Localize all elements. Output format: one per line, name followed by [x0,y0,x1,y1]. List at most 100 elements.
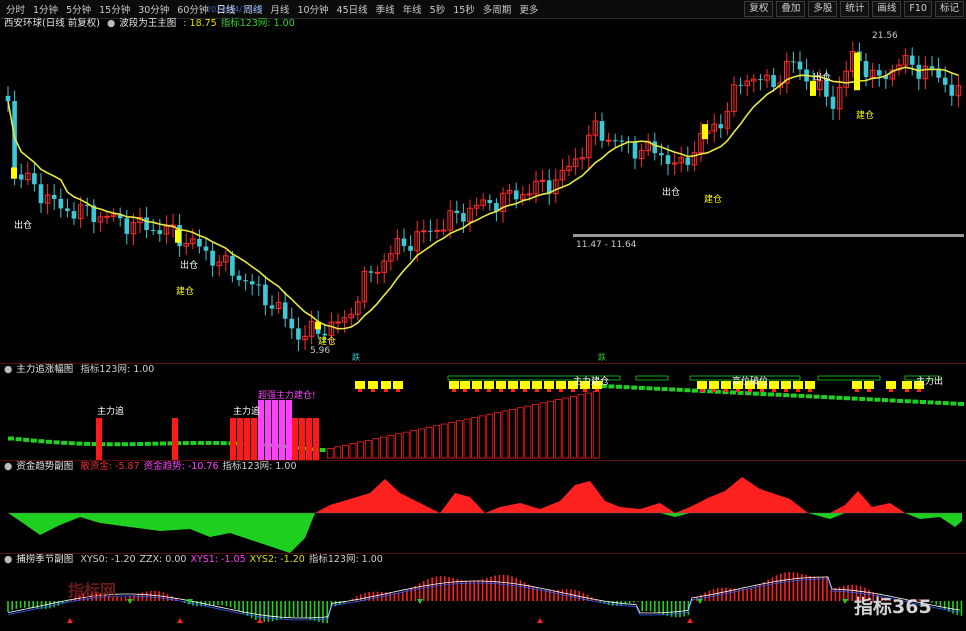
main-force-bar [251,418,257,460]
green-bar [775,392,782,397]
green-bar [882,398,888,403]
signal-box-tip [905,389,909,392]
candle-body [461,213,466,222]
signal-box-tip [371,389,375,392]
red-outline-bar [592,391,600,459]
signal-box-tip [772,389,776,392]
red-outline-bar [448,421,456,459]
green-bar [68,441,75,446]
watermark-left: 指标网 [68,581,117,600]
signal-box-tip [499,389,503,392]
green-bar [904,399,911,404]
sell-signal-label: 出仓 [14,219,32,231]
green-bar [205,440,212,445]
candle-body [824,80,829,97]
signal-box-tip [724,389,728,392]
green-bar [874,397,881,402]
stock-chart-window: 分时 1分钟 5分钟 15分钟 30分钟 60分钟 日线 周线 月线 10分钟 45日线 季线 年线 5秒… [0,0,966,631]
chart-canvas[interactable]: 11.47 - 11.6421.565.96跌 跌出仓出仓出仓出仓建仓建仓建仓建仓… [0,0,966,631]
candle-body [210,250,215,266]
green-bar [15,437,22,442]
support-line-label: 11.47 - 11.64 [576,240,637,250]
signal-box [449,381,459,389]
candle-body [863,61,869,78]
buy-signal-label: 建仓 [856,109,874,121]
signal-box [697,381,707,389]
red-outline-bar [539,402,547,459]
candle-body [605,139,612,142]
candle-body [685,157,691,165]
candle-body [718,124,724,129]
signal-box-tip [559,389,563,392]
red-outline-bar [471,417,479,459]
green-bar [30,438,37,443]
signal-box-tip [452,389,456,392]
green-bar [8,436,14,441]
signal-box-tip [583,389,587,392]
green-bar [61,440,68,445]
green-bar [669,387,676,392]
green-bar [129,442,136,447]
candle-body [71,211,77,219]
green-bar [608,384,615,389]
signal-box [781,381,791,389]
red-outline-bar [364,439,372,459]
signal-box-tip [595,389,599,392]
max-price-label: 21.56 [872,31,898,41]
signal-box [472,381,482,389]
signal-box-tip [384,389,388,392]
red-outline-bar [547,400,554,459]
main-chase-label: 主力追 [233,405,260,417]
green-bar [912,399,919,404]
red-outline-bar [585,392,592,459]
green-bar [220,441,227,446]
green-bar [616,384,622,389]
green-outline-bar [817,375,881,381]
red-outline-bar [493,412,501,459]
fund-inflow-area [8,477,962,513]
green-bar [821,395,828,400]
signal-box [902,381,912,389]
main-force-bar [172,418,178,460]
green-bar [213,440,220,445]
main-force-bar [96,418,102,460]
signal-box [721,381,731,389]
up-arrow-icon [177,618,183,623]
signal-box-tip [917,389,921,392]
signal-box-tip [760,389,764,392]
green-bar [137,442,144,447]
main-force-bar [237,418,243,460]
red-outline-bar [554,399,562,459]
red-outline-bar [326,448,334,459]
signal-box [355,381,365,389]
candle-body [368,271,374,273]
signal-box-tip [358,389,362,392]
candle-body [401,238,407,246]
red-outline-bar [516,407,524,459]
candle-body [929,66,935,69]
down-arrow-icon [127,599,133,604]
candle-body [322,333,328,336]
main-chase-label: 主力追 [97,405,124,417]
red-outline-bar [486,413,494,459]
green-bar [38,439,45,444]
super-strong-label: 超强主力建仓! [258,389,316,401]
red-outline-bar [478,415,486,459]
green-bar [950,401,957,406]
green-bar [730,390,736,395]
candle-body [374,271,381,274]
candle-body [32,173,37,185]
green-bar [897,398,904,403]
main-force-bar [244,418,250,460]
candle-body [104,215,110,218]
candle-body [876,70,882,76]
red-outline-bar [417,428,425,459]
green-bar [806,394,812,399]
up-arrow-icon [257,618,263,623]
signal-box [805,381,815,389]
green-bar [790,393,797,398]
signal-box-tip [855,389,859,392]
candle-body [909,55,915,65]
signal-box-tip [396,389,400,392]
candle-body [256,284,262,286]
